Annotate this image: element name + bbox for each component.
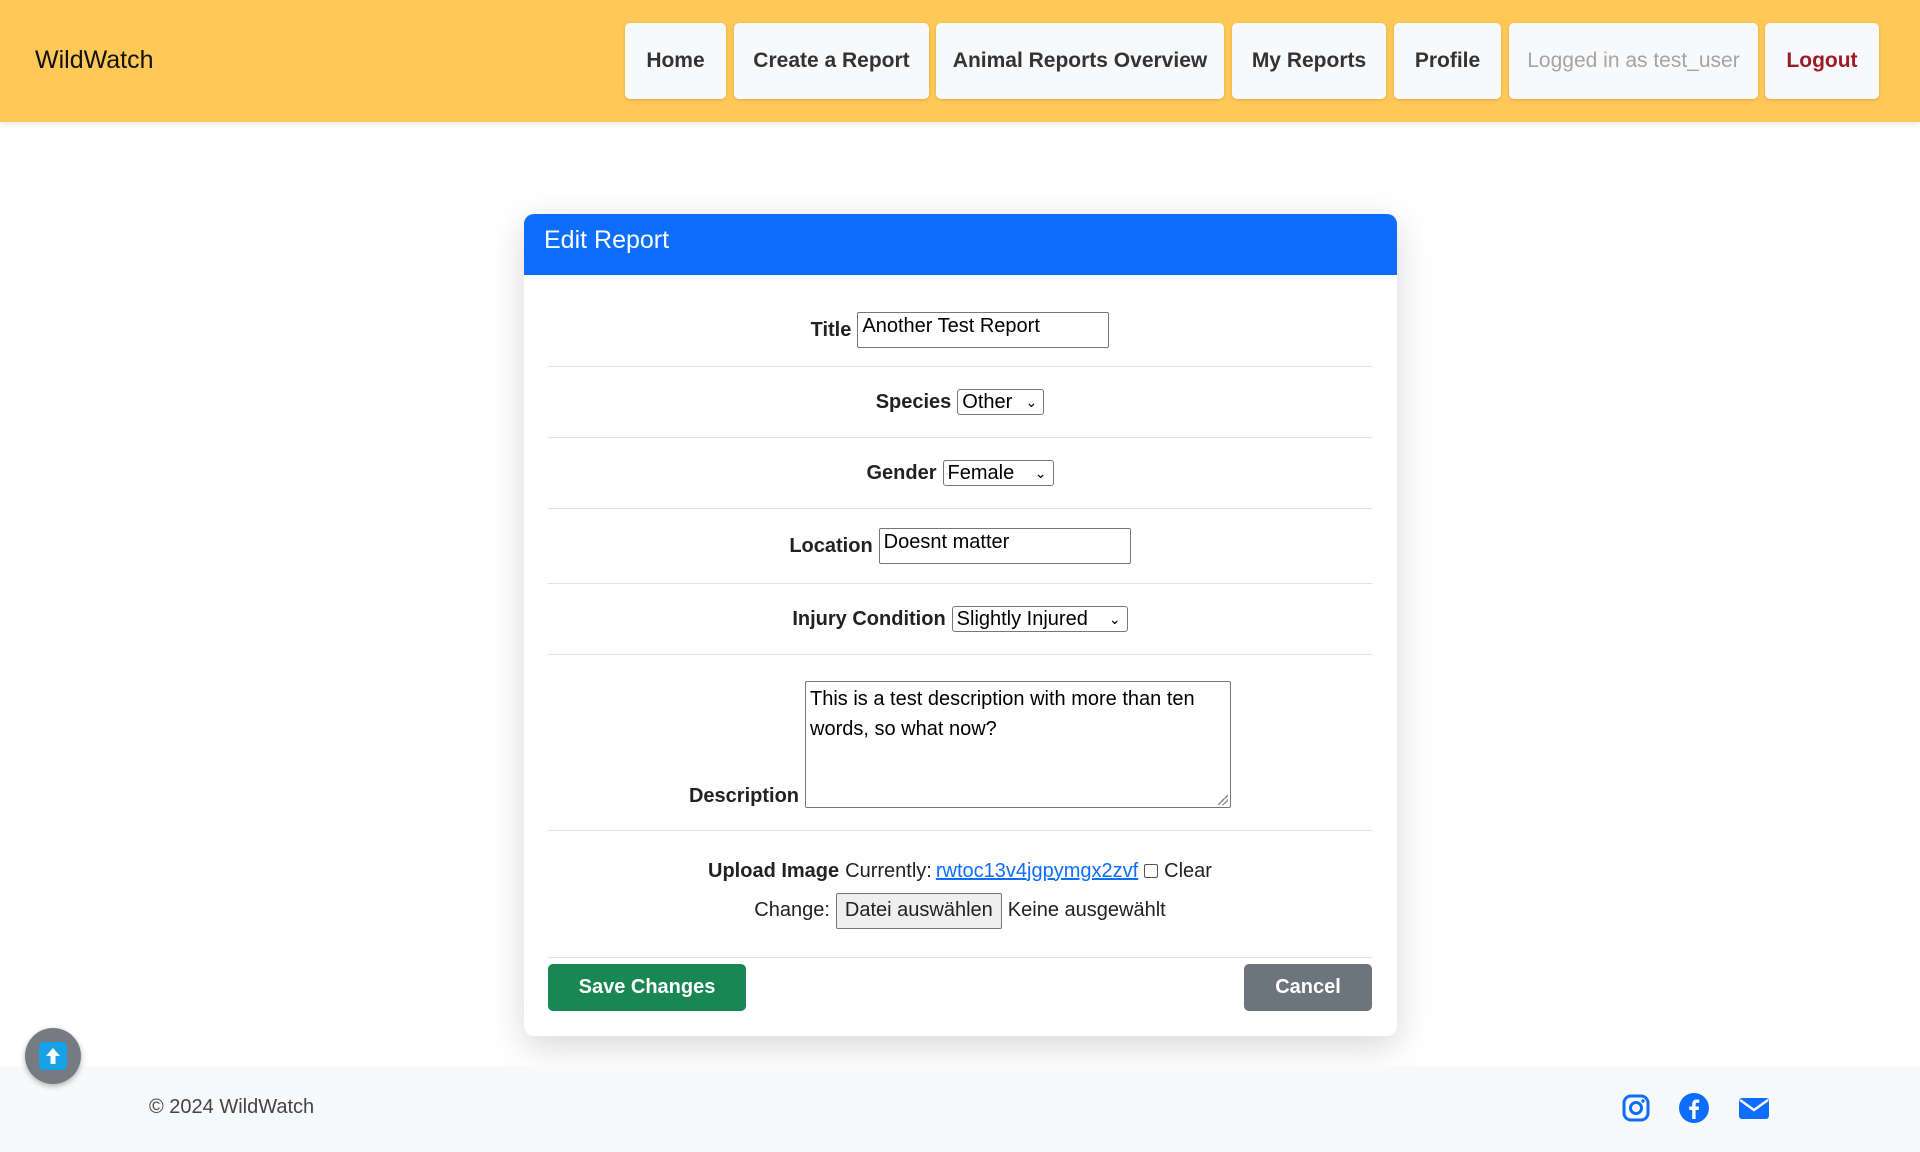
facebook-icon[interactable] <box>1678 1092 1710 1124</box>
currently-label: Currently: <box>845 859 932 882</box>
resize-handle-icon[interactable] <box>1218 795 1229 805</box>
upload-change-line: Change: Datei auswählen Keine ausgewählt <box>754 892 1166 929</box>
logged-in-status: Logged in as test_user <box>1509 23 1758 99</box>
change-label: Change: <box>754 899 830 921</box>
description-text: This is a test description with more tha… <box>810 688 1195 740</box>
footer: © 2024 WildWatch <box>0 1066 1920 1152</box>
navbar: WildWatch Home Create a Report Animal Re… <box>0 0 1920 122</box>
current-file-link[interactable]: rwtoc13v4jgpymgx2zvf <box>936 860 1138 883</box>
injury-row: Injury Condition Slightly Injured ⌄ <box>548 584 1372 655</box>
gender-row: Gender Female ⌄ <box>548 438 1372 509</box>
gender-select[interactable]: Female ⌄ <box>942 460 1054 486</box>
choose-file-button[interactable]: Datei auswählen <box>835 892 1002 929</box>
arrow-up-icon <box>39 1042 67 1070</box>
title-label: Title <box>810 318 852 341</box>
scroll-to-top-button[interactable] <box>25 1028 81 1084</box>
nav-create-report[interactable]: Create a Report <box>734 23 929 99</box>
injury-selected: Slightly Injured <box>956 607 1088 630</box>
nav-my-reports[interactable]: My Reports <box>1232 23 1386 99</box>
edit-report-card: Edit Report Title Another Test Report Sp… <box>524 214 1397 1036</box>
no-file-status: Keine ausgewählt <box>1007 899 1166 921</box>
nav-profile[interactable]: Profile <box>1394 23 1501 99</box>
instagram-icon[interactable] <box>1620 1092 1652 1124</box>
location-label: Location <box>789 534 873 557</box>
location-input[interactable]: Doesnt matter <box>878 528 1131 564</box>
species-select[interactable]: Other ⌄ <box>957 389 1045 415</box>
copyright-text: © 2024 WildWatch <box>149 1096 315 1118</box>
description-textarea[interactable]: This is a test description with more tha… <box>805 681 1232 808</box>
clear-label: Clear <box>1164 859 1212 882</box>
save-changes-button[interactable]: Save Changes <box>548 964 746 1011</box>
cancel-button[interactable]: Cancel <box>1244 964 1372 1011</box>
species-row: Species Other ⌄ <box>548 367 1372 438</box>
location-row: Location Doesnt matter <box>548 509 1372 584</box>
clear-checkbox[interactable] <box>1144 864 1159 878</box>
nav-home[interactable]: Home <box>625 23 726 99</box>
gender-label: Gender <box>866 461 937 484</box>
gender-selected: Female <box>947 461 1015 484</box>
chevron-down-icon: ⌄ <box>1034 464 1047 481</box>
upload-current-line: Upload Image Currently: rwtoc13v4jgpymgx… <box>708 860 1212 883</box>
title-row: Title Another Test Report <box>548 294 1372 367</box>
upload-row: Upload Image Currently: rwtoc13v4jgpymgx… <box>548 831 1372 958</box>
injury-select[interactable]: Slightly Injured ⌄ <box>951 606 1128 632</box>
title-input[interactable]: Another Test Report <box>857 312 1110 348</box>
chevron-down-icon: ⌄ <box>1025 393 1038 410</box>
card-header: Edit Report <box>524 214 1397 275</box>
description-row: Description This is a test description w… <box>548 655 1372 831</box>
nav-logout[interactable]: Logout <box>1765 23 1879 99</box>
species-label: Species <box>875 390 952 413</box>
upload-label: Upload Image <box>708 859 840 882</box>
injury-label: Injury Condition <box>792 607 946 630</box>
brand-logo[interactable]: WildWatch <box>35 44 154 76</box>
species-selected: Other <box>962 390 1013 413</box>
chevron-down-icon: ⌄ <box>1108 610 1121 627</box>
nav-animal-reports-overview[interactable]: Animal Reports Overview <box>936 23 1224 99</box>
description-label: Description <box>688 785 800 807</box>
email-icon[interactable] <box>1738 1092 1770 1124</box>
